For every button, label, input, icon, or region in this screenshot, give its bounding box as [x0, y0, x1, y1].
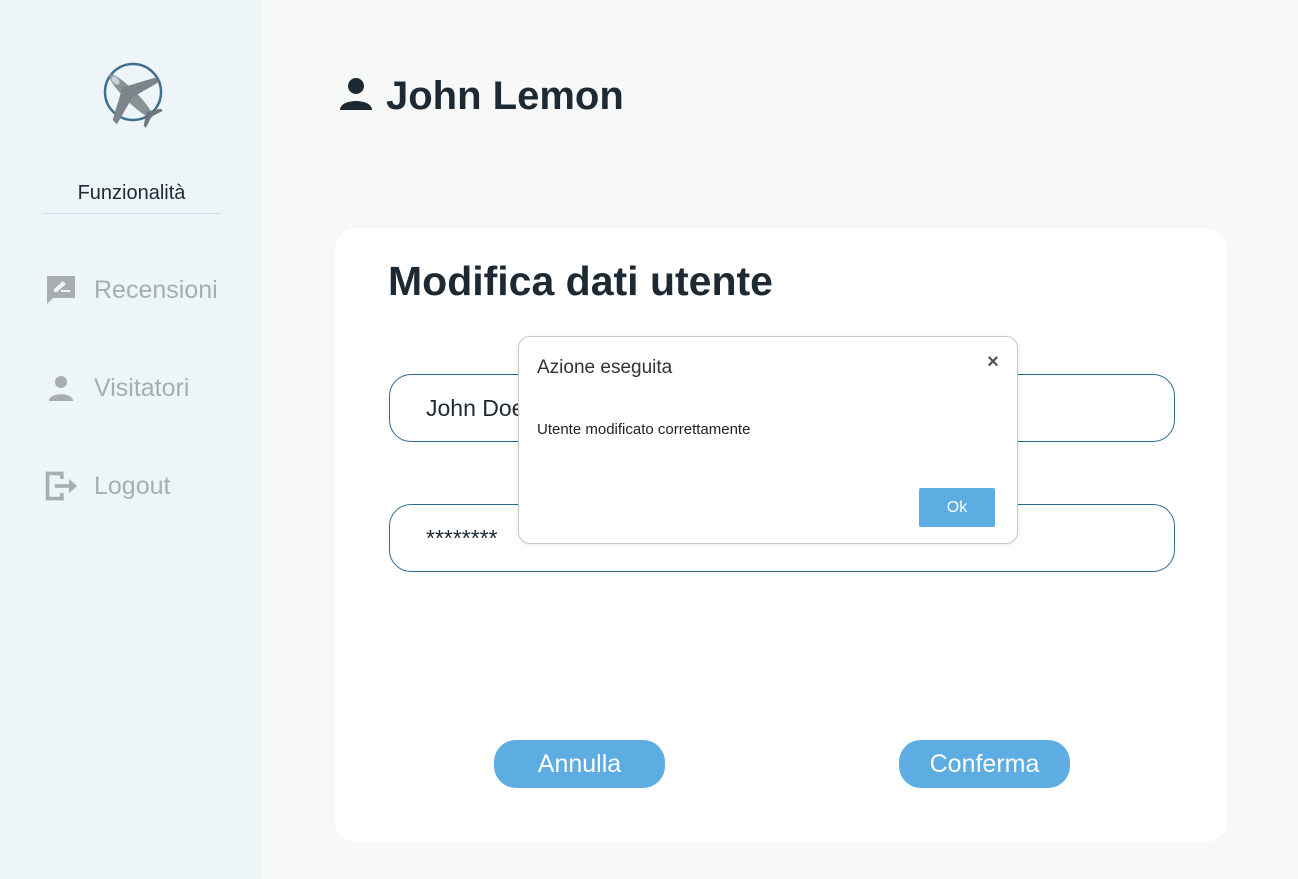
- close-icon[interactable]: ×: [983, 352, 1003, 372]
- sidebar-section-title: Funzionalità: [42, 182, 221, 214]
- person-icon: [44, 371, 78, 405]
- page-title: Modifica dati utente: [388, 258, 773, 304]
- dialog-message: Utente modificato correttamente: [537, 421, 751, 438]
- sidebar-item-recensioni[interactable]: Recensioni: [44, 270, 244, 310]
- airplane-logo-icon[interactable]: [95, 60, 167, 130]
- username-value: John Doe: [426, 394, 525, 421]
- sidebar-item-label: Visitatori: [94, 373, 190, 402]
- review-icon: [44, 273, 78, 307]
- ok-button[interactable]: Ok: [919, 488, 995, 527]
- user-name: John Lemon: [386, 74, 624, 118]
- user-icon: [338, 76, 374, 117]
- logout-icon: [44, 469, 78, 503]
- dialog-title: Azione eseguita: [537, 357, 673, 378]
- user-header: John Lemon: [338, 74, 624, 119]
- sidebar-item-label: Recensioni: [94, 275, 218, 304]
- password-value: ********: [426, 524, 498, 551]
- confirm-button[interactable]: Conferma: [899, 740, 1070, 788]
- success-dialog: Azione eseguita × Utente modificato corr…: [518, 336, 1018, 544]
- cancel-button[interactable]: Annulla: [494, 740, 665, 788]
- sidebar-item-visitatori[interactable]: Visitatori: [44, 368, 244, 408]
- sidebar-item-label: Logout: [94, 471, 171, 500]
- sidebar-item-logout[interactable]: Logout: [44, 466, 244, 506]
- sidebar: Funzionalità Recensioni Visitatori Logou…: [0, 0, 262, 879]
